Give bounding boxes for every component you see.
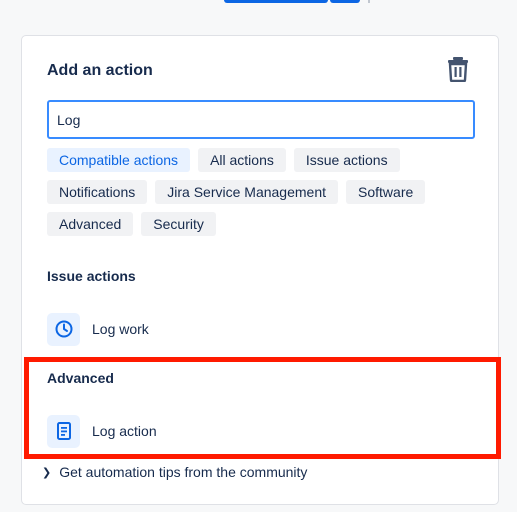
tips-label: Get automation tips from the community [59,464,308,480]
filter-tag-compatible-actions[interactable]: Compatible actions [47,148,191,172]
action-icon-box [47,312,80,346]
filter-tag-notifications[interactable]: Notifications [47,180,148,204]
automation-tips-link[interactable]: ❯ Get automation tips from the community [42,464,307,480]
highlight-box [24,357,501,459]
top-progress-fragment [224,0,370,3]
delete-button[interactable] [446,56,470,83]
filter-tag-software[interactable]: Software [346,180,426,204]
panel-title: Add an action [47,62,153,79]
filter-tag-all-actions[interactable]: All actions [198,148,286,172]
filter-tag-jira-service-management[interactable]: Jira Service Management [155,180,339,204]
filter-tag-row: Advanced Security [47,212,487,236]
clock-icon [55,320,72,338]
filter-tag-advanced[interactable]: Advanced [47,212,134,236]
action-log-work[interactable]: Log work [47,312,149,346]
filter-tag-row: Notifications Jira Service Management So… [47,180,487,204]
filter-tag-issue-actions[interactable]: Issue actions [293,148,400,172]
search-input[interactable] [47,100,475,139]
filter-tag-security[interactable]: Security [141,212,216,236]
action-label: Log work [92,321,149,337]
chevron-right-icon: ❯ [42,466,52,479]
filter-tags: Compatible actions All actions Issue act… [47,148,487,244]
section-title-issue-actions: Issue actions [47,268,136,284]
trash-icon [448,57,468,83]
filter-tag-row: Compatible actions All actions Issue act… [47,148,487,172]
